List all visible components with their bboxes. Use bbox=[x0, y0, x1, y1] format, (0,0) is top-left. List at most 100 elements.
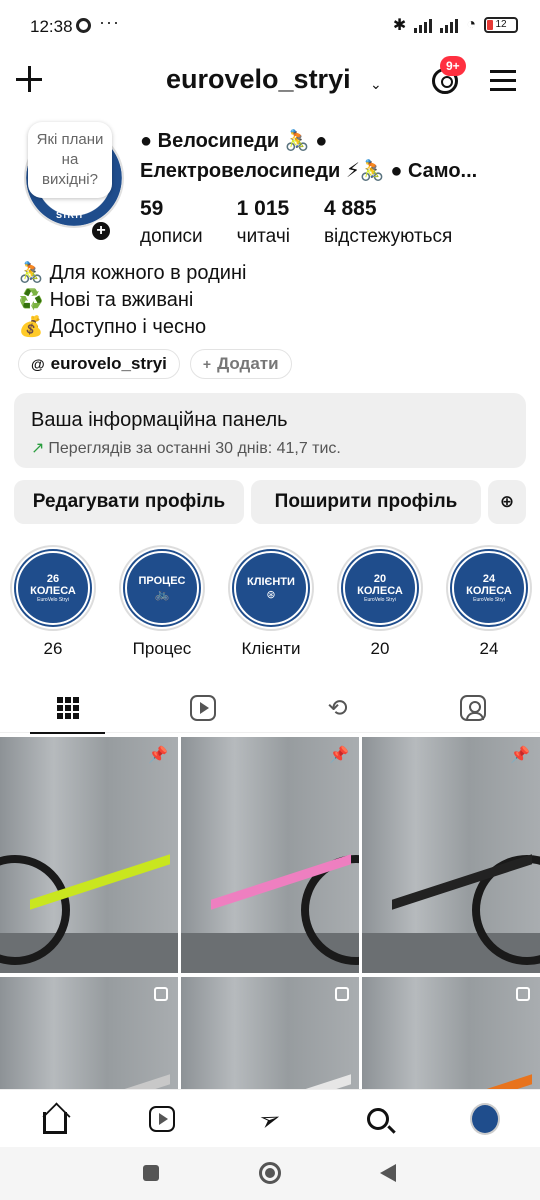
highlight-cover: 20 КОЛЕСА EuroVelo Stryi bbox=[337, 545, 423, 631]
highlight-item[interactable]: 20 КОЛЕСА EuroVelo Stryi 20 bbox=[335, 545, 425, 659]
highlight-logo: 20 КОЛЕСА EuroVelo Stryi bbox=[343, 551, 417, 625]
stat-followers[interactable]: 1 015 читачі bbox=[237, 196, 290, 252]
highlight-cover-text: КОЛЕСА bbox=[466, 584, 512, 597]
highlight-cover-text: КОЛЕСА bbox=[30, 584, 76, 597]
create-plus-icon[interactable] bbox=[14, 64, 44, 94]
system-icons: ✱ ◔ 12 bbox=[393, 15, 518, 35]
stat-posts[interactable]: 59 дописи bbox=[140, 196, 203, 252]
add-user-button[interactable]: ⊕ bbox=[488, 480, 526, 524]
bio-line: 🚴 Для кожного в родині bbox=[18, 260, 247, 287]
recycle-icon: ♻️ bbox=[18, 289, 44, 311]
tab-tagged[interactable] bbox=[405, 683, 540, 733]
profile-header: eurovelo_stryi ⌄ 9+ bbox=[0, 56, 540, 106]
tab-reposts[interactable]: ⟲ bbox=[270, 683, 405, 733]
status-time: 12:38 bbox=[30, 17, 73, 36]
recents-icon[interactable] bbox=[143, 1165, 159, 1181]
highlight-item[interactable]: КЛІЄНТИ ⊛ Клієнти bbox=[226, 545, 316, 659]
highlight-item[interactable]: 24 КОЛЕСА EuroVelo Stryi 24 bbox=[444, 545, 534, 659]
highlight-title: 20 bbox=[370, 639, 390, 658]
highlight-cover: 26 КОЛЕСА EuroVelo Stryi bbox=[10, 545, 96, 631]
highlight-cover-text: ПРОЦЕС bbox=[138, 575, 186, 587]
send-icon: ➢ bbox=[254, 1100, 286, 1137]
status-circle-icon bbox=[76, 18, 91, 33]
bio-line: 💰 Доступно і чесно bbox=[18, 314, 246, 341]
stat-posts-label: дописи bbox=[140, 226, 203, 247]
note-bubble[interactable]: Які плани на вихідні? bbox=[28, 122, 112, 198]
bio-text: Нові та вживані bbox=[49, 289, 194, 311]
threads-link[interactable]: @ eurovelo_stryi bbox=[18, 349, 180, 379]
post-thumbnail[interactable] bbox=[181, 977, 359, 1089]
trend-arrow-icon: ↗ bbox=[31, 440, 45, 457]
bluetooth-icon: ✱ bbox=[392, 17, 407, 34]
add-user-icon: ⊕ bbox=[499, 492, 515, 511]
post-thumbnail[interactable]: 📌 bbox=[362, 737, 540, 973]
threads-small-icon: @ bbox=[31, 356, 45, 372]
profile-stats: 59 дописи 1 015 читачі 4 885 відстежують… bbox=[140, 196, 486, 252]
add-story-plus-icon[interactable]: + bbox=[90, 220, 112, 242]
pin-icon: 📌 bbox=[510, 747, 530, 764]
profile-name-line1: ● Велосипеди 🚴 ● bbox=[140, 130, 328, 152]
nav-reels[interactable] bbox=[147, 1104, 177, 1134]
highlight-logo: 26 КОЛЕСА EuroVelo Stryi bbox=[16, 551, 90, 625]
battery-icon: 12 bbox=[484, 17, 518, 33]
dashboard-title: Ваша інформаційна панель bbox=[31, 409, 288, 431]
search-icon bbox=[367, 1108, 389, 1130]
wifi-icon: ◔ bbox=[466, 16, 476, 33]
highlight-title: Клієнти bbox=[241, 639, 301, 658]
highlight-logo: КЛІЄНТИ ⊛ bbox=[234, 551, 308, 625]
stat-following[interactable]: 4 885 відстежуються bbox=[324, 196, 452, 252]
highlight-cover-text: КОЛЕСА bbox=[357, 584, 403, 597]
nav-profile[interactable] bbox=[470, 1103, 500, 1135]
profile-actions: Редагувати профіль Поширити профіль ⊕ bbox=[14, 480, 526, 524]
menu-icon[interactable] bbox=[490, 70, 516, 92]
chevron-down-icon[interactable]: ⌄ bbox=[370, 76, 382, 93]
profile-name: ● Велосипеди 🚴 ● Електровелосипеди ⚡🚴 ● … bbox=[140, 126, 530, 186]
status-bar: 12:38 ··· ✱ ◔ 12 bbox=[0, 0, 540, 56]
highlight-item[interactable]: ПРОЦЕС 🚲 Процес bbox=[117, 545, 207, 659]
post-thumbnail[interactable] bbox=[362, 977, 540, 1089]
avatar-logo-text: STRYI bbox=[56, 210, 83, 220]
pin-icon: 📌 bbox=[329, 747, 349, 764]
highlight-item[interactable]: 26 КОЛЕСА EuroVelo Stryi 26 bbox=[8, 545, 98, 659]
money-bag-icon: 💰 bbox=[18, 316, 44, 338]
username-title[interactable]: eurovelo_stryi bbox=[166, 64, 351, 95]
add-link-button[interactable]: + Додати bbox=[189, 349, 292, 379]
story-highlights: 26 КОЛЕСА EuroVelo Stryi 26 ПРОЦЕС 🚲 Про… bbox=[8, 545, 540, 665]
tab-reels[interactable] bbox=[135, 683, 270, 733]
edit-profile-button[interactable]: Редагувати профіль bbox=[14, 480, 244, 524]
highlight-cover-small: EuroVelo Stryi bbox=[473, 596, 505, 603]
highlight-logo: 24 КОЛЕСА EuroVelo Stryi bbox=[452, 551, 526, 625]
home-icon bbox=[43, 1112, 67, 1134]
dashboard-subtitle: Переглядів за останні 30 днів: 41,7 тис. bbox=[48, 440, 341, 457]
reels-icon bbox=[189, 695, 216, 721]
nav-messages[interactable]: ➢ bbox=[254, 1101, 285, 1137]
highlight-logo: ПРОЦЕС 🚲 bbox=[125, 551, 199, 625]
tab-posts-grid[interactable] bbox=[0, 683, 135, 734]
highlight-cover-text: КЛІЄНТИ bbox=[247, 575, 295, 588]
threads-link-label: eurovelo_stryi bbox=[50, 354, 167, 373]
profile-avatar-icon bbox=[470, 1103, 500, 1135]
highlight-title: 24 bbox=[479, 639, 499, 658]
nav-search[interactable] bbox=[363, 1104, 393, 1134]
nav-home[interactable] bbox=[40, 1104, 70, 1134]
avatar-block[interactable]: STRYI Які плани на вихідні? + bbox=[18, 122, 124, 244]
wheel-icon: ⊛ bbox=[266, 588, 276, 601]
stat-following-label: відстежуються bbox=[323, 226, 453, 247]
carousel-icon bbox=[516, 987, 530, 1001]
share-profile-button[interactable]: Поширити профіль bbox=[251, 480, 481, 524]
post-thumbnail[interactable] bbox=[0, 977, 178, 1089]
stat-followers-count: 1 015 bbox=[236, 197, 290, 220]
reposts-icon: ⟲ bbox=[327, 694, 348, 722]
stat-followers-label: читачі bbox=[236, 226, 290, 247]
professional-dashboard[interactable]: Ваша інформаційна панель ↗ Переглядів за … bbox=[14, 393, 526, 468]
dashboard-subtitle-row: ↗ Переглядів за останні 30 днів: 41,7 тис… bbox=[31, 438, 341, 458]
stat-following-count: 4 885 bbox=[323, 197, 377, 220]
signal-icon-2 bbox=[440, 17, 459, 33]
post-thumbnail[interactable]: 📌 bbox=[181, 737, 359, 973]
home-system-icon[interactable] bbox=[259, 1162, 281, 1184]
profile-links: @ eurovelo_stryi + Додати bbox=[18, 349, 292, 379]
highlight-cover: КЛІЄНТИ ⊛ bbox=[228, 545, 314, 631]
post-thumbnail[interactable]: 📌 bbox=[0, 737, 178, 973]
profile-name-line2: Електровелосипеди ⚡🚴 ● Само... bbox=[140, 160, 478, 182]
back-icon[interactable] bbox=[380, 1164, 396, 1182]
